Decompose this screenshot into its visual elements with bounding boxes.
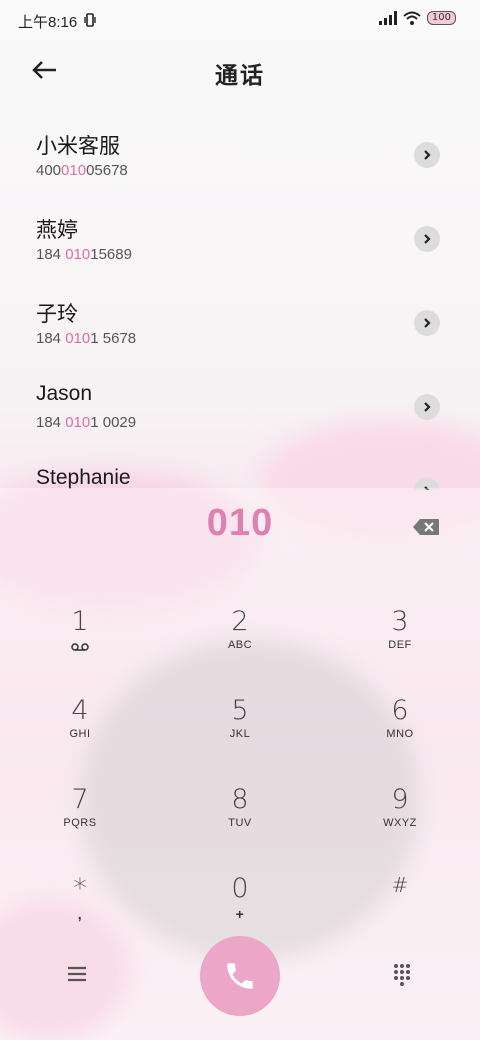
- key-0[interactable]: 0 +: [190, 865, 290, 945]
- contact-number: 40001005678: [36, 162, 128, 179]
- chevron-right-icon[interactable]: [414, 142, 440, 168]
- dialed-number-display: 010: [206, 502, 274, 544]
- contact-name: Stephanie: [36, 466, 131, 489]
- header: 通话: [0, 48, 480, 92]
- contact-number: 184 0101 5678: [36, 330, 137, 347]
- phone-icon: [227, 963, 253, 989]
- key-1[interactable]: 1: [30, 598, 130, 678]
- contact-name: 子玲: [36, 303, 78, 326]
- call-button[interactable]: [200, 936, 280, 1016]
- vibrate-icon: [84, 13, 96, 27]
- key-7[interactable]: 7 PQRS: [30, 776, 130, 856]
- contact-name: Jason: [36, 382, 93, 405]
- dialpad-toggle-icon[interactable]: [392, 962, 412, 986]
- result-row[interactable]: Jason 184 0101 0029: [0, 372, 480, 456]
- contact-name: 小米客服: [36, 135, 120, 158]
- status-bar: 上午8:16 100: [0, 0, 480, 40]
- wifi-icon: [403, 11, 421, 25]
- key-8[interactable]: 8 TUV: [190, 776, 290, 856]
- key-6[interactable]: 6 MNO: [350, 687, 450, 767]
- backspace-icon[interactable]: [412, 518, 440, 536]
- signal-icon: [378, 11, 397, 25]
- chevron-right-icon[interactable]: [414, 226, 440, 252]
- status-time: 上午8:16: [18, 14, 78, 31]
- voicemail-icon: [71, 643, 89, 651]
- key-star[interactable]: *,: [30, 865, 130, 945]
- battery-indicator: 100: [426, 11, 456, 25]
- page-title: 通话: [215, 63, 265, 89]
- search-results-list: 小米客服 40001005678 燕婷 184 01015689 子玲 184 …: [0, 120, 480, 490]
- key-4[interactable]: 4 GHI: [30, 687, 130, 767]
- key-9[interactable]: 9 WXYZ: [350, 776, 450, 856]
- result-row[interactable]: 小米客服 40001005678: [0, 120, 480, 204]
- menu-icon[interactable]: [66, 964, 88, 984]
- result-row[interactable]: Stephanie: [0, 456, 480, 490]
- dialer-panel: 010 1 2 ABC 3 DEF 4 GHI 5 JKL 6 MNO 7 PQRS 8 TU…: [0, 488, 480, 1040]
- result-row[interactable]: 子玲 184 0101 5678: [0, 288, 480, 372]
- key-5[interactable]: 5 JKL: [190, 687, 290, 767]
- contact-name: 燕婷: [36, 219, 78, 242]
- key-3[interactable]: 3 DEF: [350, 598, 450, 678]
- contact-number: 184 0101 0029: [36, 414, 137, 431]
- chevron-right-icon[interactable]: [414, 310, 440, 336]
- key-2[interactable]: 2 ABC: [190, 598, 290, 678]
- contact-number: 184 01015689: [36, 246, 132, 263]
- result-row[interactable]: 燕婷 184 01015689: [0, 204, 480, 288]
- phone-screen: 上午8:16 100 通话 小米客服 40001005678 燕婷 184 01…: [0, 0, 480, 1040]
- chevron-right-icon[interactable]: [414, 394, 440, 420]
- key-hash[interactable]: #: [350, 865, 450, 945]
